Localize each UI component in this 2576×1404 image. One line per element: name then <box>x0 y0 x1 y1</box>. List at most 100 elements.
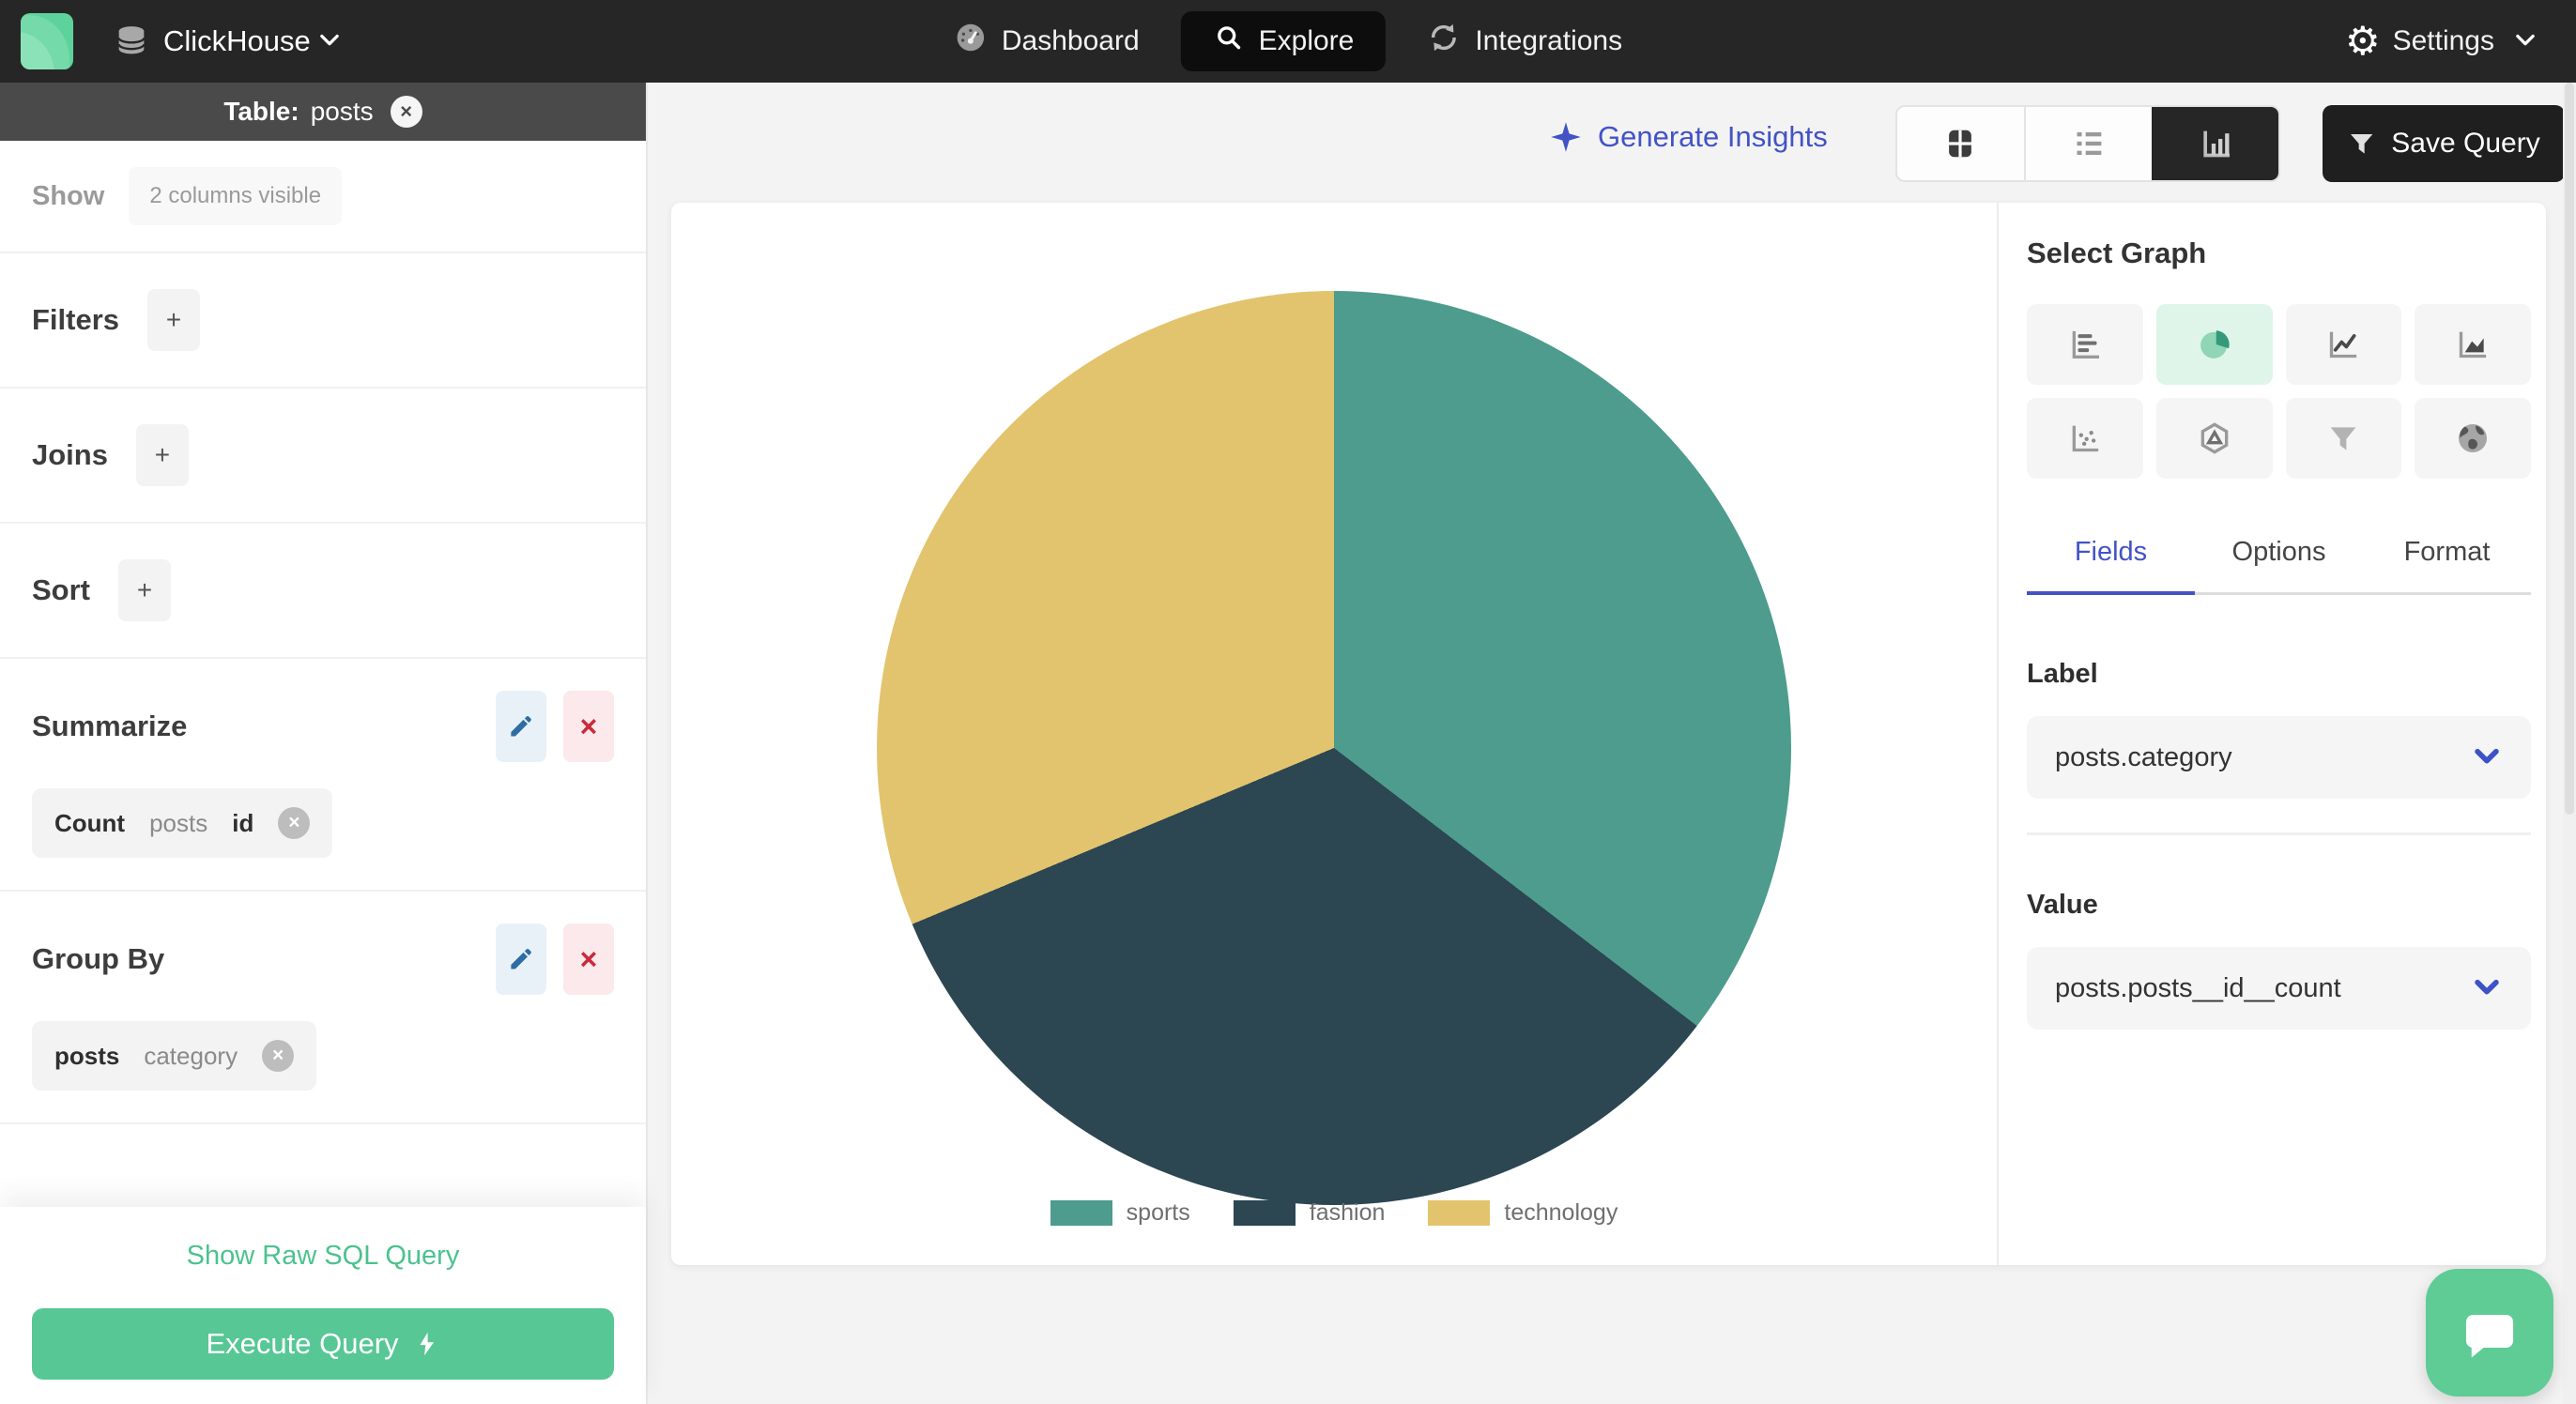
remove-summarize-button[interactable]: × <box>563 691 614 762</box>
chip-column: category <box>144 1041 238 1070</box>
summarize-section: Summarize × Count posts id × <box>0 659 646 892</box>
value-field-dropdown[interactable]: posts.posts__id__count <box>2027 947 2531 1030</box>
legend-label: sports <box>1126 1199 1190 1226</box>
sparkle-icon <box>1551 122 1581 152</box>
list-view-button[interactable] <box>2023 107 2153 180</box>
filters-title: Filters <box>32 303 120 336</box>
result-card: sports fashion technology Select Graph F… <box>671 203 2546 1265</box>
search-icon <box>1213 22 1245 61</box>
graph-type-radar[interactable] <box>2155 398 2273 479</box>
chevron-down-icon[interactable] <box>316 26 343 57</box>
nav-item-dashboard[interactable]: Dashboard <box>954 21 1140 62</box>
edit-summarize-button[interactable] <box>496 691 546 762</box>
nav-item-integrations[interactable]: Integrations <box>1427 21 1622 62</box>
graph-type-pie[interactable] <box>2155 304 2273 385</box>
graph-type-scatter[interactable] <box>2027 398 2143 479</box>
graph-type-grid <box>2027 304 2531 479</box>
graph-type-geo-map[interactable] <box>2415 398 2531 479</box>
columns-visible-chip[interactable]: 2 columns visible <box>129 167 343 225</box>
add-filter-button[interactable]: + <box>147 289 201 351</box>
graph-type-area[interactable] <box>2415 304 2531 385</box>
add-join-button[interactable]: + <box>135 424 189 486</box>
gear-icon: ⚙ <box>2344 19 2381 63</box>
group-by-chip: posts category × <box>32 1021 317 1091</box>
pencil-icon <box>511 716 531 737</box>
summarize-chip: Count posts id × <box>32 788 333 858</box>
chip-table: posts <box>149 808 208 837</box>
brand-area: ClickHouse <box>21 13 343 69</box>
table-header-prefix: Table: <box>223 97 299 126</box>
generate-insights-label: Generate Insights <box>1598 120 1828 153</box>
radar-chart-icon <box>2200 422 2228 454</box>
generate-insights-button[interactable]: Generate Insights <box>1549 120 1828 154</box>
aggregate-name: Count <box>54 808 126 837</box>
fields-divider <box>2027 832 2531 835</box>
area-chart-icon <box>2459 331 2487 359</box>
nav-item-explore[interactable]: Explore <box>1180 11 1387 71</box>
sort-section: Sort + <box>0 524 646 659</box>
table-view-button[interactable] <box>1897 107 2024 180</box>
value-field-value: posts.posts__id__count <box>2055 972 2341 1003</box>
legend-item[interactable]: technology <box>1428 1199 1618 1227</box>
legend-item[interactable]: fashion <box>1233 1199 1385 1227</box>
chevron-down-icon <box>2471 740 2503 776</box>
show-raw-sql-link[interactable]: Show Raw SQL Query <box>0 1241 646 1272</box>
remove-group-by-button[interactable]: × <box>563 923 614 995</box>
top-navbar: ClickHouse Dashboard Explore Integration… <box>0 0 2576 83</box>
joins-section: Joins + <box>0 389 646 524</box>
panel-divider <box>1997 203 1999 1265</box>
graph-type-horizontal-bar[interactable] <box>2027 304 2143 385</box>
tab-options[interactable]: Options <box>2195 537 2363 592</box>
tab-format[interactable]: Format <box>2363 537 2531 592</box>
execute-query-label: Execute Query <box>206 1327 399 1360</box>
nav-item-label: Dashboard <box>1001 25 1140 56</box>
summarize-title: Summarize <box>32 710 188 742</box>
chart-view-button[interactable] <box>2152 107 2278 180</box>
view-toggle <box>1895 105 2280 182</box>
graph-settings-panel: Select Graph Fields Options Format Label… <box>2027 203 2531 1030</box>
save-query-button[interactable]: Save Query <box>2323 105 2565 182</box>
lightning-bolt-icon <box>419 1332 434 1356</box>
gauge-icon <box>954 21 988 62</box>
select-graph-title: Select Graph <box>2027 237 2207 269</box>
save-query-label: Save Query <box>2391 128 2540 159</box>
legend-swatch-fashion <box>1233 1200 1296 1226</box>
settings-menu[interactable]: ⚙ Settings <box>2345 0 2538 83</box>
chevron-down-icon <box>2512 26 2538 57</box>
chevron-down-icon <box>2471 970 2503 1007</box>
sidebar-footer: Show Raw SQL Query Execute Query <box>0 1207 646 1404</box>
pencil-icon <box>511 949 531 969</box>
funnel-chart-icon <box>2331 427 2356 450</box>
nav-item-label: Integrations <box>1475 25 1623 56</box>
legend-item[interactable]: sports <box>1050 1199 1190 1227</box>
add-sort-button[interactable]: + <box>118 559 171 621</box>
remove-chip-icon[interactable]: × <box>278 807 311 839</box>
settings-tabs: Fields Options Format <box>2027 537 2531 595</box>
close-table-icon[interactable]: × <box>390 96 422 128</box>
scrollbar-thumb[interactable] <box>2565 83 2574 815</box>
chat-widget-button[interactable] <box>2426 1269 2553 1396</box>
graph-type-line[interactable] <box>2285 304 2402 385</box>
pie-chart[interactable] <box>877 291 1791 1205</box>
connection-selector[interactable]: ClickHouse <box>163 24 311 58</box>
value-heading: Value <box>2027 890 2098 920</box>
execute-query-button[interactable]: Execute Query <box>32 1308 614 1380</box>
label-field-value: posts.category <box>2055 741 2232 772</box>
page-scrollbar[interactable] <box>2563 83 2576 1404</box>
list-view-icon <box>2077 132 2102 155</box>
chat-bubble-icon <box>2465 1315 2514 1358</box>
show-label: Show <box>32 180 105 211</box>
joins-title: Joins <box>32 438 108 471</box>
remove-chip-icon[interactable]: × <box>262 1040 295 1072</box>
graph-type-funnel[interactable] <box>2285 398 2402 479</box>
pie-chart-icon <box>2200 330 2230 359</box>
label-field-dropdown[interactable]: posts.category <box>2027 716 2531 799</box>
chip-table: posts <box>54 1041 120 1070</box>
scatter-plot-icon <box>2072 425 2099 452</box>
main-nav: Dashboard Explore Integrations <box>954 0 1622 83</box>
sync-icon <box>1427 21 1461 62</box>
app-logo[interactable] <box>21 13 73 69</box>
tab-fields[interactable]: Fields <box>2027 537 2195 595</box>
group-by-section: Group By × posts category × <box>0 892 646 1124</box>
edit-group-by-button[interactable] <box>496 923 546 995</box>
